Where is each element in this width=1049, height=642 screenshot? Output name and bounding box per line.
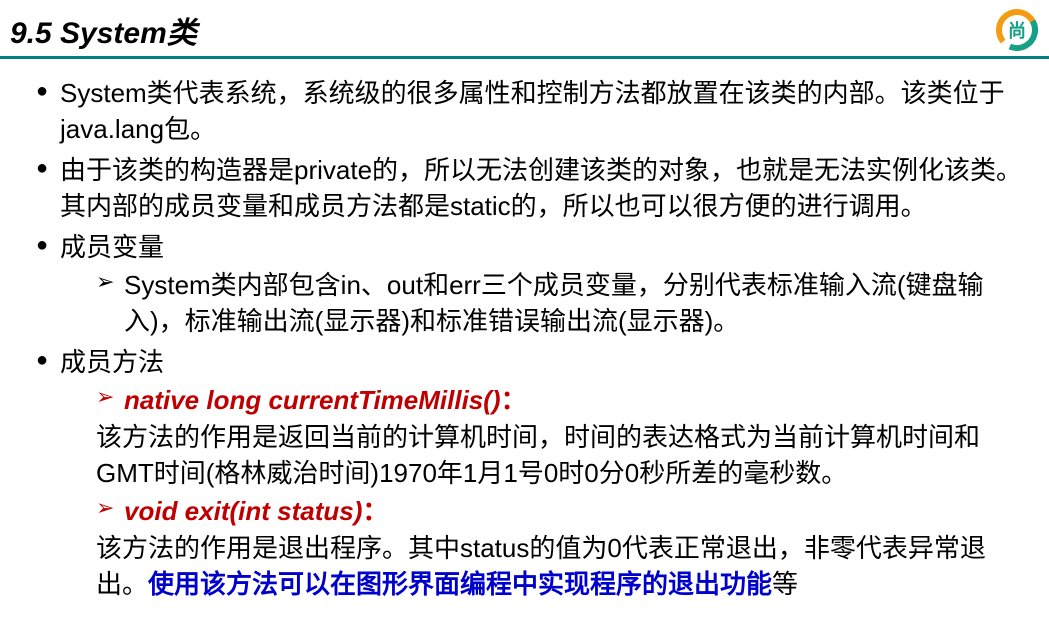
bullet-text: System类代表系统，系统级的很多属性和控制方法都放置在该类的内部。该类位于j… [60,78,1005,144]
slide-header: 9.5 System类 尚 [0,0,1049,59]
method-item-1: native long currentTimeMillis()： 该方法的作用是… [96,382,1025,491]
sub-bullet-text: System类内部包含in、out和err三个成员变量，分别代表标准输入流(键盘… [124,270,984,336]
method-name-text: void exit(int status) [124,496,362,526]
bullet-item-4: 成员方法 native long currentTimeMillis()： 该方… [36,344,1025,603]
method-item-2: void exit(int status)： 该方法的作用是退出程序。其中sta… [96,493,1025,602]
bullet-item-2: 由于该类的构造器是private的，所以无法创建该类的对象，也就是无法实例化该类… [36,152,1025,225]
method-desc-text: 该方法的作用是返回当前的计算机时间，时间的表达格式为当前计算机时间和GMT时间(… [96,419,1025,492]
bullet-sublist-vars: System类内部包含in、out和err三个成员变量，分别代表标准输入流(键盘… [60,267,1025,340]
method-desc-highlight: 使用该方法可以在图形界面编程中实现程序的退出功能 [148,569,772,599]
method-colon: ： [501,385,527,415]
method-name-text: native long currentTimeMillis() [124,385,501,415]
svg-text:尚: 尚 [1008,20,1026,41]
bullet-text: 成员方法 [60,347,164,377]
logo-icon: 尚 [995,8,1039,52]
method-desc-tail: 等 [772,569,798,599]
slide-title: 9.5 System类 [10,8,197,52]
method-desc-text: 该方法的作用是退出程序。其中status的值为0代表正常退出，非零代表异常退出。… [96,530,1025,603]
bullet-item-3: 成员变量 System类内部包含in、out和err三个成员变量，分别代表标准输… [36,229,1025,340]
bullet-text: 成员变量 [60,232,164,262]
slide-content: System类代表系统，系统级的很多属性和控制方法都放置在该类的内部。该类位于j… [0,59,1049,616]
bullet-list-main: System类代表系统，系统级的很多属性和控制方法都放置在该类的内部。该类位于j… [24,75,1025,602]
bullet-item-1: System类代表系统，系统级的很多属性和控制方法都放置在该类的内部。该类位于j… [36,75,1025,148]
bullet-text: 由于该类的构造器是private的，所以无法创建该类的对象，也就是无法实例化该类… [60,155,1022,221]
method-colon: ： [362,496,388,526]
bullet-sublist-methods: native long currentTimeMillis()： 该方法的作用是… [60,382,1025,602]
sub-bullet-item: System类内部包含in、out和err三个成员变量，分别代表标准输入流(键盘… [96,267,1025,340]
